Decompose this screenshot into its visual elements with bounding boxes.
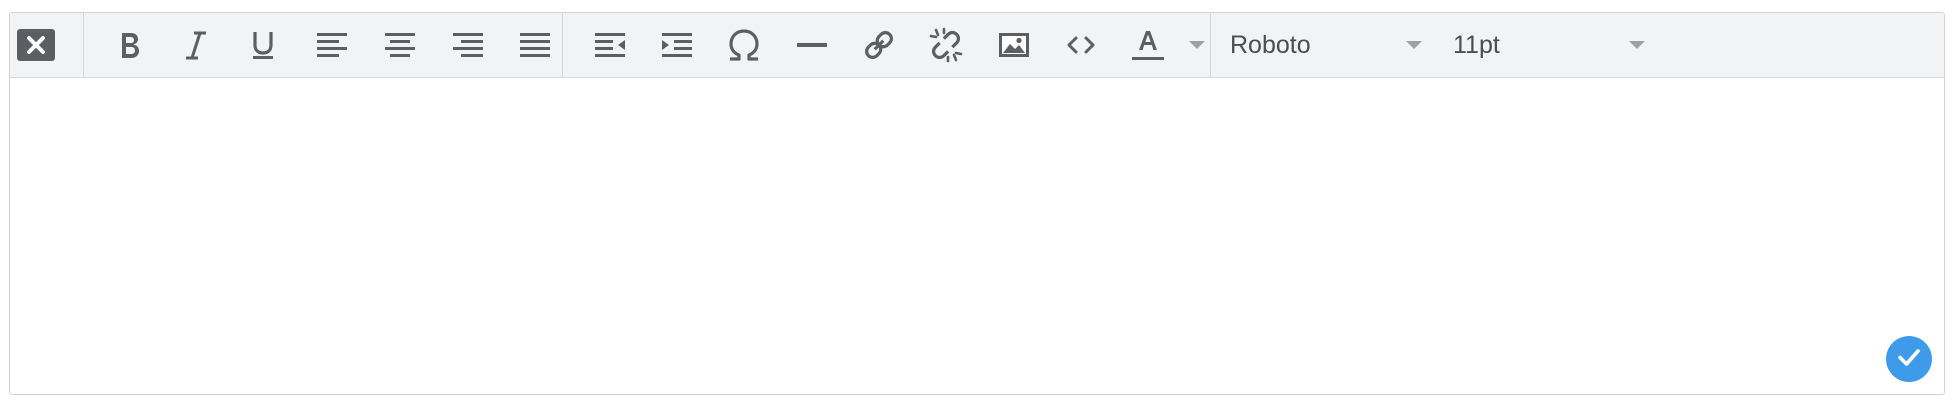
- source-code-button[interactable]: [1059, 23, 1103, 67]
- font-family-select[interactable]: Roboto: [1230, 23, 1430, 67]
- horizontal-line-icon: [795, 30, 829, 60]
- editor-content-area[interactable]: [10, 78, 1944, 394]
- align-justify-icon: [518, 30, 552, 60]
- confirm-button[interactable]: [1886, 336, 1932, 382]
- unlink-icon: [927, 26, 965, 64]
- bold-icon: [114, 28, 144, 62]
- omega-icon: [726, 27, 762, 63]
- text-color-icon: [1129, 26, 1167, 64]
- clear-format-button[interactable]: [14, 23, 58, 67]
- bold-button[interactable]: [107, 23, 151, 67]
- underline-button[interactable]: [241, 23, 285, 67]
- horizontal-rule-button[interactable]: [790, 23, 834, 67]
- font-size-value: 11pt: [1453, 30, 1500, 59]
- align-left-icon: [315, 30, 349, 60]
- insert-image-button[interactable]: [992, 23, 1036, 67]
- outdent-icon: [593, 30, 627, 60]
- text-color-dropdown-arrow[interactable]: [1189, 41, 1205, 49]
- rich-text-editor: Roboto 11pt: [9, 12, 1945, 395]
- font-family-value: Roboto: [1230, 30, 1311, 59]
- indent-icon: [660, 30, 694, 60]
- align-right-button[interactable]: [446, 23, 490, 67]
- insert-link-button[interactable]: [857, 23, 901, 67]
- checkmark-icon: [1896, 344, 1922, 375]
- chevron-down-icon: [1406, 41, 1422, 49]
- align-center-button[interactable]: [378, 23, 422, 67]
- special-character-button[interactable]: [722, 23, 766, 67]
- align-left-button[interactable]: [310, 23, 354, 67]
- toolbar-separator: [1210, 13, 1211, 77]
- align-center-icon: [383, 30, 417, 60]
- outdent-button[interactable]: [588, 23, 632, 67]
- underline-icon: [248, 28, 278, 62]
- link-icon: [861, 27, 897, 63]
- chevron-down-icon: [1629, 41, 1645, 49]
- image-icon: [997, 30, 1031, 60]
- code-icon: [1064, 30, 1098, 60]
- toolbar-separator: [562, 13, 563, 77]
- close-x-icon: [16, 28, 56, 62]
- italic-icon: [181, 28, 211, 62]
- align-right-icon: [451, 30, 485, 60]
- toolbar-separator: [83, 13, 84, 77]
- align-justify-button[interactable]: [513, 23, 557, 67]
- remove-link-button[interactable]: [924, 23, 968, 67]
- indent-button[interactable]: [655, 23, 699, 67]
- font-size-select[interactable]: 11pt: [1453, 23, 1653, 67]
- text-color-button[interactable]: [1126, 23, 1170, 67]
- editor-toolbar: Roboto 11pt: [10, 13, 1944, 78]
- italic-button[interactable]: [174, 23, 218, 67]
